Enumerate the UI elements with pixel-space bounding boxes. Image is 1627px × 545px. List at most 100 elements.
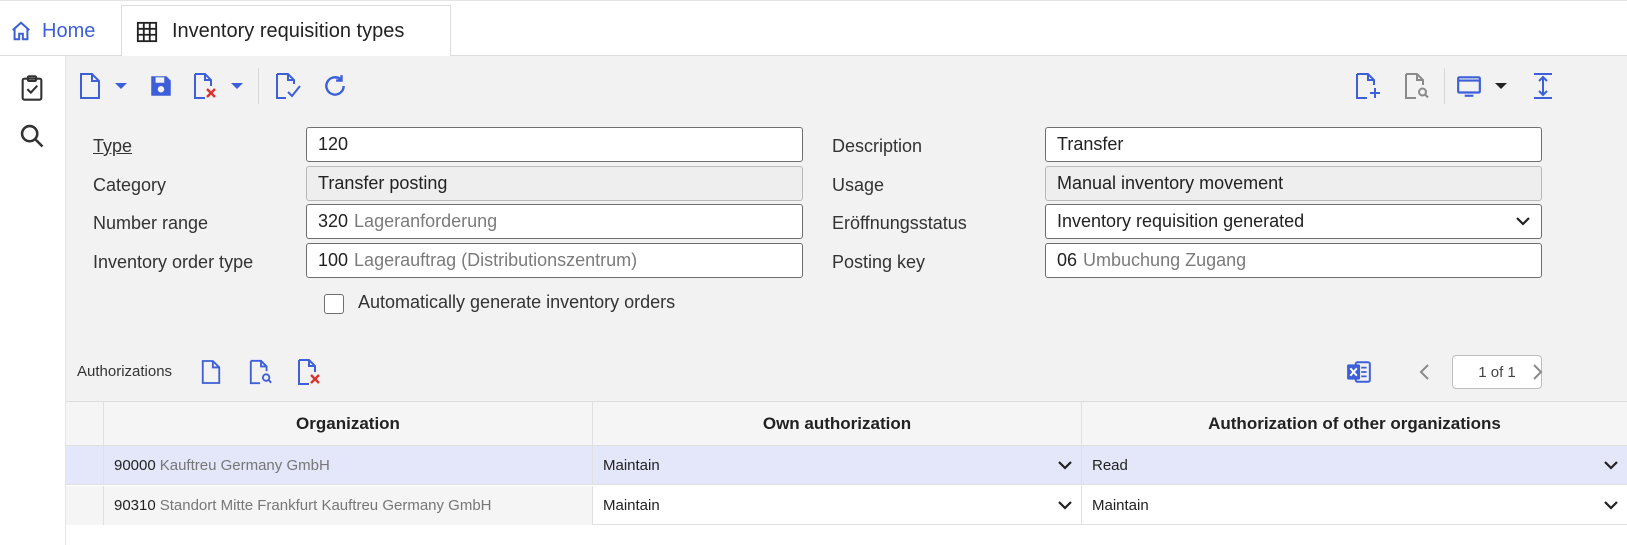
org-code: 90000 [114, 457, 156, 474]
home-icon [12, 21, 30, 41]
toolbar-separator [258, 68, 259, 104]
posting-key-label: Posting key [832, 252, 926, 272]
org-code: 90310 [114, 497, 156, 514]
view-dropdown[interactable] [1494, 70, 1508, 102]
save-icon [151, 76, 171, 96]
view-button[interactable] [1456, 70, 1482, 102]
previous-page-button[interactable] [1418, 356, 1432, 388]
side-rail [0, 56, 66, 545]
inventory-order-type-code: 100 [318, 250, 349, 270]
row-selector[interactable] [66, 486, 104, 525]
delete-document-button[interactable] [192, 70, 218, 102]
organization-cell[interactable]: 90310 Standort Mitte Frankfurt Kauftreu … [104, 486, 593, 525]
new-document-icon [201, 360, 221, 384]
requisition-type-form: Type 120 Description Transfer Category T… [66, 116, 1627, 342]
own-authorization-value: Maintain [603, 497, 660, 514]
category-label: Category [93, 175, 167, 195]
other-authorization-select[interactable]: Maintain [1082, 486, 1627, 525]
category-value: Transfer posting [318, 173, 448, 193]
opening-status-select[interactable]: Inventory requisition generated [1045, 204, 1542, 239]
number-range-name: Lageranforderung [354, 211, 498, 231]
clipboard-check-icon[interactable] [18, 74, 46, 102]
number-range-label: Number range [93, 213, 209, 233]
auto-generate-label[interactable]: Automatically generate inventory orders [358, 292, 675, 313]
chevron-right-icon [1533, 364, 1543, 380]
new-document-plus-button[interactable] [1354, 70, 1382, 102]
posting-key-name: Umbuchung Zugang [1083, 250, 1247, 270]
search-authorization-button[interactable] [248, 356, 274, 388]
column-header-own-authorization[interactable]: Own authorization [593, 402, 1082, 446]
caret-down-icon [115, 83, 127, 89]
tab-inventory-requisition-types[interactable]: Inventory requisition types [121, 5, 451, 57]
auto-generate-checkbox[interactable] [324, 294, 344, 314]
refresh-button[interactable] [322, 70, 348, 102]
refresh-icon [325, 75, 345, 96]
row-selector[interactable] [66, 446, 104, 485]
new-document-dropdown[interactable] [114, 70, 128, 102]
chevron-down-icon [1604, 461, 1618, 470]
organization-cell[interactable]: 90000 Kauftreu Germany GmbH [104, 446, 593, 485]
new-document-icon [80, 73, 100, 99]
document-search-icon [1405, 73, 1429, 99]
add-authorization-button[interactable] [200, 356, 222, 388]
tab-active-label: Inventory requisition types [172, 20, 405, 42]
authorizations-toolbar: Authorizations 1 of 1 [66, 342, 1627, 402]
number-range-code: 320 [318, 211, 349, 231]
table-grid-icon [136, 21, 158, 42]
table-row[interactable]: 90000 Kauftreu Germany GmbH Maintain Rea… [66, 446, 1627, 485]
chevron-down-icon [1058, 461, 1072, 470]
description-label: Description [832, 136, 923, 156]
tab-home[interactable]: Home [0, 5, 121, 57]
number-range-field[interactable]: 320 Lageranforderung [306, 204, 803, 239]
description-field[interactable]: Transfer [1045, 127, 1542, 162]
save-button[interactable] [148, 70, 174, 102]
own-authorization-select[interactable]: Maintain [593, 486, 1082, 525]
org-name: Kauftreu Germany GmbH [159, 457, 330, 474]
tab-home-label: Home [42, 19, 96, 42]
authorizations-title: Authorizations [77, 363, 173, 380]
document-add-icon [1356, 73, 1380, 99]
description-value: Transfer [1057, 134, 1124, 154]
page-indicator: 1 of 1 [1452, 355, 1542, 389]
opening-status-value: Inventory requisition generated [1057, 211, 1305, 231]
expand-vertical-button[interactable] [1531, 70, 1555, 102]
caret-down-icon [231, 83, 243, 89]
inventory-order-type-label: Inventory order type [93, 252, 254, 272]
document-check-icon [276, 73, 301, 99]
usage-field: Manual inventory movement [1045, 166, 1542, 201]
new-document-button[interactable] [78, 70, 102, 102]
category-field: Transfer posting [306, 166, 803, 201]
delete-dropdown[interactable] [230, 70, 244, 102]
org-name: Standort Mitte Frankfurt Kauftreu German… [159, 497, 492, 514]
type-field[interactable]: 120 [306, 127, 803, 162]
opening-status-label: Eröffnungsstatus [832, 213, 967, 233]
usage-label: Usage [832, 175, 885, 195]
validate-button[interactable] [274, 70, 302, 102]
caret-down-icon [1495, 83, 1507, 89]
search-icon[interactable] [18, 122, 46, 150]
posting-key-field[interactable]: 06 Umbuchung Zugang [1045, 243, 1542, 278]
column-header-other-authorization[interactable]: Authorization of other organizations [1082, 402, 1627, 446]
type-value: 120 [318, 134, 349, 154]
delete-authorization-button[interactable] [296, 356, 322, 388]
excel-icon [1347, 361, 1371, 383]
own-authorization-select[interactable]: Maintain [593, 446, 1082, 485]
monitor-icon [1457, 76, 1481, 97]
chevron-down-icon [1604, 501, 1618, 510]
inventory-order-type-name: Lagerauftrag (Distributionszentrum) [354, 250, 638, 270]
column-header-organization[interactable]: Organization [104, 402, 593, 446]
document-search-button[interactable] [1403, 70, 1431, 102]
other-authorization-value: Read [1092, 457, 1128, 474]
delete-document-icon [298, 359, 320, 385]
delete-document-icon [194, 73, 216, 99]
expand-vertical-icon [1534, 73, 1552, 99]
chevron-left-icon [1419, 364, 1429, 380]
next-page-button[interactable] [1530, 356, 1544, 388]
inventory-order-type-field[interactable]: 100 Lagerauftrag (Distributionszentrum) [306, 243, 803, 278]
other-authorization-select[interactable]: Read [1082, 446, 1627, 485]
table-row[interactable]: 90310 Standort Mitte Frankfurt Kauftreu … [66, 486, 1627, 525]
tab-bar: Home Inventory requisition types [0, 0, 1627, 57]
export-excel-button[interactable] [1346, 356, 1372, 388]
main-toolbar [66, 56, 1627, 116]
table-header: Organization Own authorization Authoriza… [66, 402, 1627, 446]
